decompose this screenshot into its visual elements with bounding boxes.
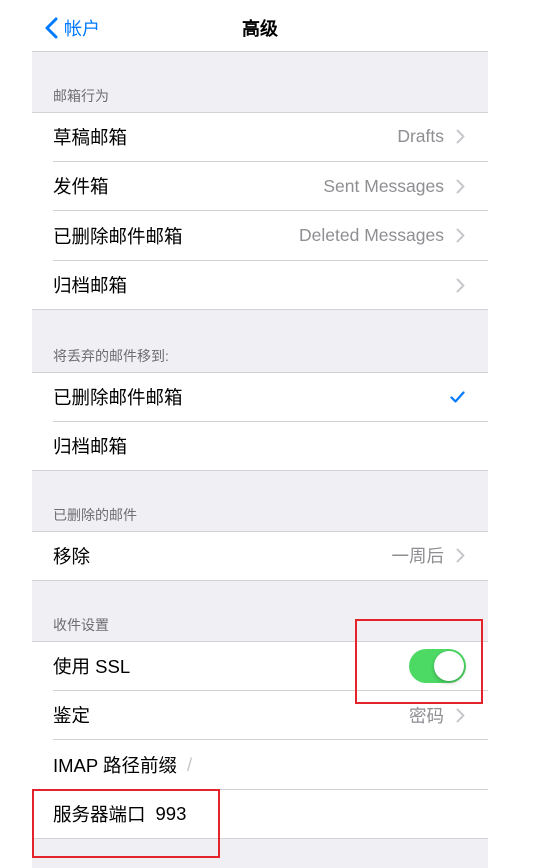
mailbox-behaviors-group: 草稿邮箱 Drafts 发件箱 Sent Messages 已删除邮件邮箱 De… [32, 112, 488, 310]
row-label-deleted-mailbox: 已删除邮件邮箱 [53, 225, 183, 247]
row-label-archive-mailbox: 归档邮箱 [53, 275, 128, 297]
row-authentication[interactable]: 鉴定 密码 [32, 691, 488, 741]
row-label-move-to-archive-mailbox: 归档邮箱 [53, 436, 128, 458]
section-header-move-discarded-to: 将丢弃的邮件移到: [53, 348, 169, 364]
row-value-remove: 一周后 [391, 546, 445, 567]
row-archive-mailbox[interactable]: 归档邮箱 [32, 261, 488, 311]
row-sent-mailbox[interactable]: 发件箱 Sent Messages [32, 162, 488, 212]
row-label-server-port: 服务器端口 [53, 804, 146, 826]
row-label-imap-path-prefix: IMAP 路径前缀 [53, 754, 178, 776]
row-label-remove: 移除 [53, 545, 91, 567]
chevron-right-icon [456, 278, 465, 293]
incoming-settings-group: 使用 SSL 鉴定 密码 IMAP 路径前缀 服务器端口 [32, 641, 488, 839]
row-drafts-mailbox[interactable]: 草稿邮箱 Drafts [32, 112, 488, 162]
section-header-incoming-settings: 收件设置 [53, 617, 109, 633]
server-port-input[interactable] [155, 799, 465, 830]
navigation-bar: 帐户 高级 [32, 0, 488, 52]
row-label-move-to-deleted-mailbox: 已删除邮件邮箱 [53, 386, 183, 408]
row-move-to-archive-mailbox[interactable]: 归档邮箱 [32, 422, 488, 472]
section-header-mailbox-behaviors: 邮箱行为 [53, 88, 109, 104]
row-imap-path-prefix: IMAP 路径前缀 [32, 740, 488, 790]
chevron-right-icon [456, 129, 465, 144]
back-button-label: 帐户 [64, 18, 100, 39]
row-label-authentication: 鉴定 [53, 705, 91, 727]
row-value-sent-mailbox: Sent Messages [323, 175, 444, 196]
toggle-knob [434, 650, 464, 681]
back-button[interactable]: 帐户 [45, 0, 100, 52]
row-label-drafts-mailbox: 草稿邮箱 [53, 126, 128, 148]
row-deleted-mailbox[interactable]: 已删除邮件邮箱 Deleted Messages [32, 211, 488, 261]
row-use-ssl: 使用 SSL [32, 641, 488, 691]
imap-path-prefix-input[interactable] [187, 749, 465, 780]
section-header-deleted-messages: 已删除的邮件 [53, 507, 137, 523]
row-value-authentication: 密码 [409, 705, 444, 726]
ssl-toggle[interactable] [409, 648, 466, 683]
chevron-left-icon [45, 17, 58, 38]
chevron-right-icon [456, 228, 465, 243]
move-discarded-group: 已删除邮件邮箱 归档邮箱 [32, 372, 488, 471]
row-label-use-ssl: 使用 SSL [53, 655, 131, 677]
row-move-to-deleted-mailbox[interactable]: 已删除邮件邮箱 [32, 372, 488, 422]
page-title: 高级 [242, 18, 278, 39]
deleted-messages-group: 移除 一周后 [32, 531, 488, 581]
row-server-port: 服务器端口 [32, 790, 488, 840]
row-remove-deleted-messages[interactable]: 移除 一周后 [32, 531, 488, 581]
chevron-right-icon [456, 179, 465, 194]
row-value-deleted-mailbox: Deleted Messages [299, 225, 444, 246]
chevron-right-icon [456, 708, 465, 723]
advanced-settings-panel: 帐户 高级 邮箱行为 草稿邮箱 Drafts 发件箱 Sent Messages… [32, 0, 488, 868]
row-label-sent-mailbox: 发件箱 [53, 176, 109, 198]
row-value-drafts-mailbox: Drafts [397, 126, 444, 147]
chevron-right-icon [456, 548, 465, 563]
checkmark-icon [450, 391, 465, 403]
